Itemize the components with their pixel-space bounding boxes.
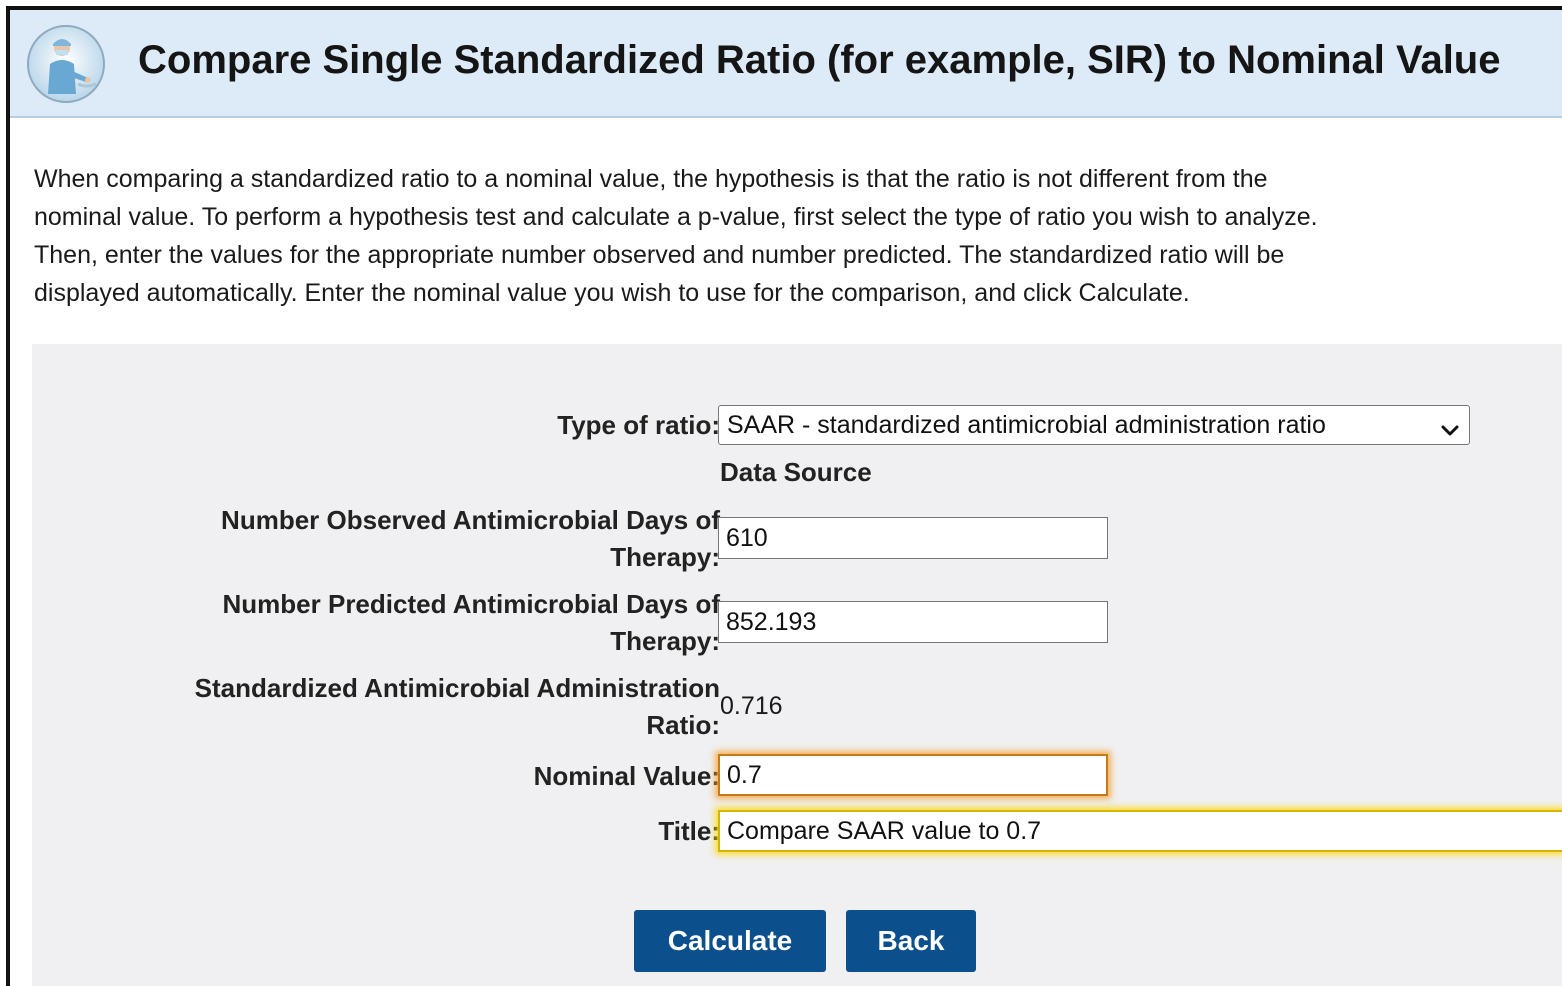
- predicted-input[interactable]: [718, 601, 1108, 643]
- intro-line: nominal value. To perform a hypothesis t…: [34, 203, 1318, 231]
- page-title: Compare Single Standardized Ratio (for e…: [138, 38, 1501, 82]
- type-of-ratio-select[interactable]: SAAR - standardized antimicrobial admini…: [718, 405, 1470, 445]
- ratio-label-line2: Ratio:: [646, 710, 720, 740]
- ratio-value: 0.716: [720, 692, 783, 720]
- title-input[interactable]: [718, 810, 1562, 852]
- observed-label: Number Observed Antimicrobial Days of Th…: [221, 502, 720, 576]
- observed-label-line1: Number Observed Antimicrobial Days of: [221, 505, 720, 535]
- intro-text: When comparing a standardized ratio to a…: [34, 160, 1562, 312]
- predicted-label-line1: Number Predicted Antimicrobial Days of: [222, 589, 720, 619]
- ratio-label-line1: Standardized Antimicrobial Administratio…: [194, 673, 720, 703]
- data-source-heading: Data Source: [720, 457, 872, 487]
- predicted-label: Number Predicted Antimicrobial Days of T…: [223, 586, 720, 660]
- predicted-label-line2: Therapy:: [610, 626, 720, 656]
- title-label: Title:: [658, 816, 720, 846]
- back-button[interactable]: Back: [846, 910, 976, 972]
- calculate-button[interactable]: Calculate: [634, 910, 826, 972]
- observed-label-line2: Therapy:: [610, 542, 720, 572]
- intro-line: displayed automatically. Enter the nomin…: [34, 279, 1190, 307]
- healthcare-worker-logo-icon: [26, 24, 106, 104]
- type-of-ratio-selected: SAAR - standardized antimicrobial admini…: [727, 411, 1326, 439]
- chevron-down-icon: [1439, 414, 1461, 436]
- nominal-value-input[interactable]: [718, 754, 1108, 796]
- ratio-label: Standardized Antimicrobial Administratio…: [195, 670, 720, 744]
- page-header: Compare Single Standardized Ratio (for e…: [10, 10, 1562, 118]
- form-panel: Type of ratio: SAAR - standardized antim…: [32, 344, 1562, 986]
- app-window: Compare Single Standardized Ratio (for e…: [6, 6, 1562, 986]
- intro-line: When comparing a standardized ratio to a…: [34, 165, 1268, 193]
- type-of-ratio-label: Type of ratio:: [557, 410, 720, 440]
- observed-input[interactable]: [718, 517, 1108, 559]
- intro-line: Then, enter the values for the appropria…: [34, 241, 1285, 269]
- nominal-value-label: Nominal Value:: [533, 761, 720, 791]
